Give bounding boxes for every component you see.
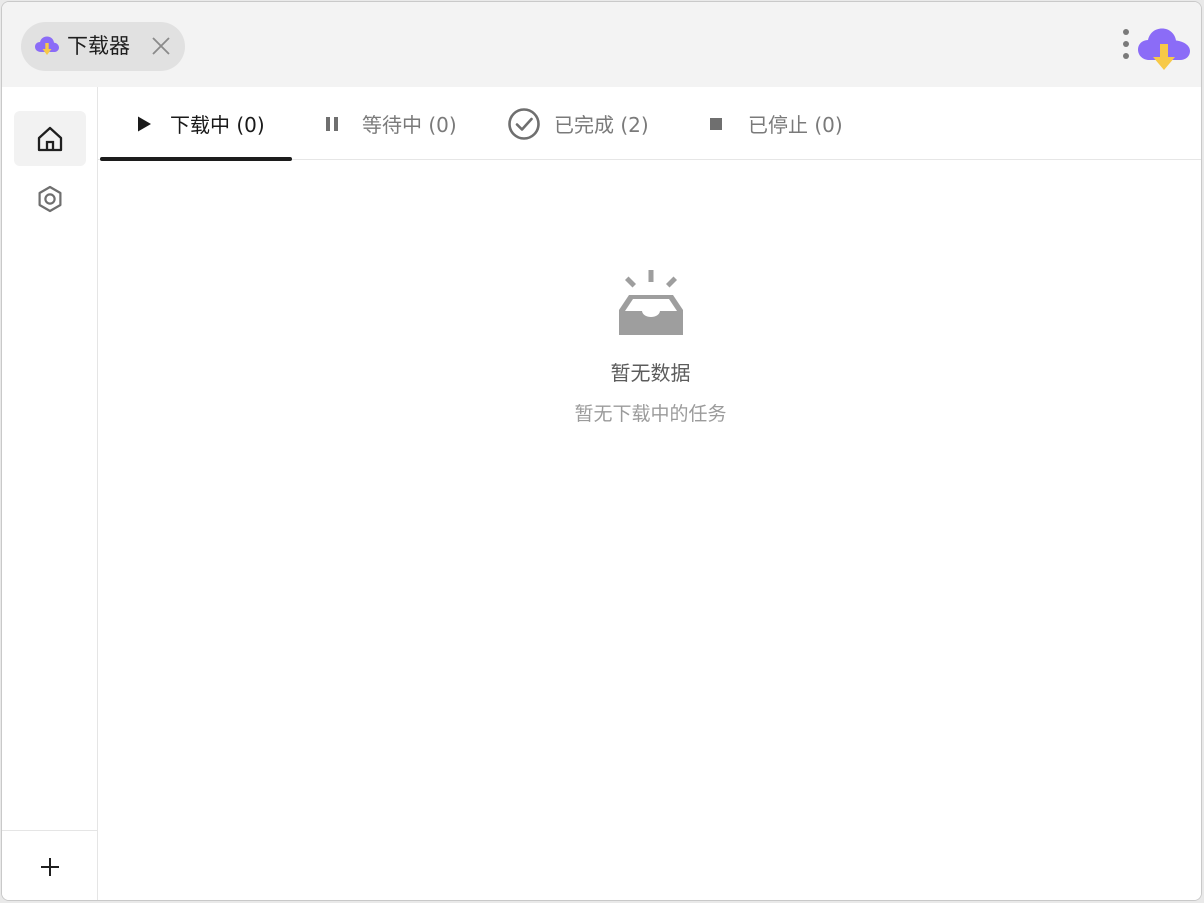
cloud-download-logo-icon [1138,28,1190,70]
check-circle-icon [508,107,540,140]
empty-state-title: 暂无数据 [610,361,691,385]
tab-stopped[interactable]: 已停止 (0) [704,87,884,160]
plus-icon [40,857,59,876]
title-bar: 下载器 [2,2,1201,87]
app-tab[interactable]: 下载器 [21,22,185,71]
sidebar-footer [2,830,97,900]
app-window: 下载器 下载中 (0) 等待中 (0) 已完成 (2) 已停止 (0) 暂无数据… [1,1,1202,901]
tab-downloading[interactable]: 下载中 (0) [100,87,292,161]
tab-stopped-label: 已停止 (0) [748,113,843,137]
tab-waiting[interactable]: 等待中 (0) [320,87,480,160]
tab-waiting-label: 等待中 (0) [362,113,457,137]
main-panel: 下载中 (0) 等待中 (0) 已完成 (2) 已停止 (0) 暂无数据 暂无下… [98,87,1201,900]
settings-hexagon-icon [38,185,62,212]
tab-completed[interactable]: 已完成 (2) [506,87,686,160]
status-tabs: 下载中 (0) 等待中 (0) 已完成 (2) 已停止 (0) [98,87,1201,161]
app-tab-title: 下载器 [67,34,130,58]
sidebar-item-home[interactable] [14,111,86,166]
more-vertical-icon[interactable] [1116,26,1136,64]
add-button[interactable] [30,847,70,887]
empty-state-description: 暂无下载中的任务 [574,403,727,425]
empty-inbox-icon [618,270,683,335]
play-icon [138,116,151,131]
cloud-download-icon [35,36,59,55]
pause-icon [326,116,338,131]
sidebar [2,87,98,900]
home-icon [37,126,63,151]
sidebar-item-settings[interactable] [14,171,86,226]
tab-downloading-label: 下载中 (0) [170,113,265,137]
tab-completed-label: 已完成 (2) [554,113,649,137]
stop-icon [710,117,722,130]
close-icon[interactable] [151,36,171,56]
empty-state: 暂无数据 暂无下载中的任务 [98,267,1201,426]
